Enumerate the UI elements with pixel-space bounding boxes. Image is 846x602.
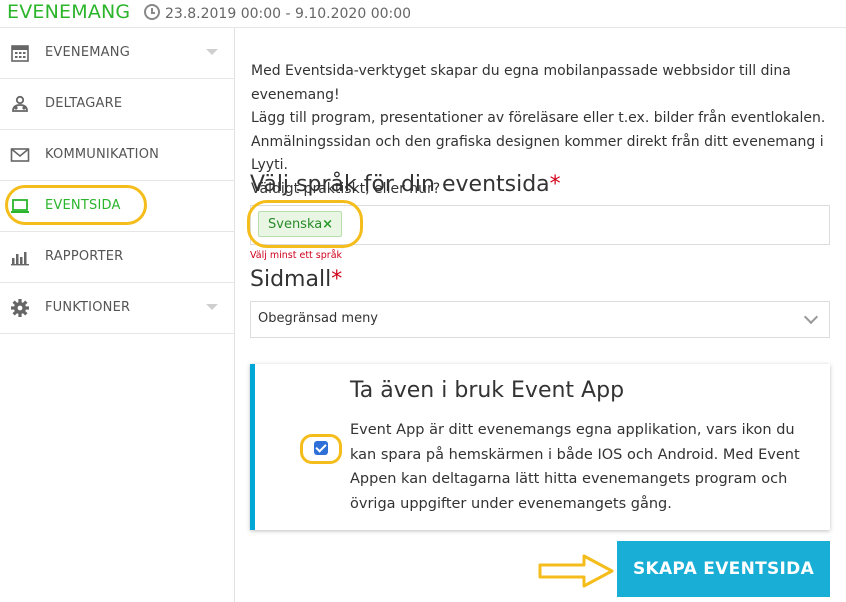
language-tag-svenska: Svenska × [258,211,342,237]
laptop-icon [11,199,29,213]
date-range-text: 23.8.2019 00:00 - 9.10.2020 00:00 [165,6,412,22]
remove-tag-icon[interactable]: × [322,212,333,238]
bar-chart-icon [11,252,29,266]
sidebar-item-evenemang[interactable]: EVENEMANG [0,28,234,79]
sidebar: EVENEMANG DELTAGARE KOMMUNIKATION EVENTS… [0,28,235,602]
template-heading-text: Sidmall [250,267,332,292]
card-accent-bar [250,364,255,530]
create-eventsida-button[interactable]: SKAPA EVENTSIDA [617,541,830,597]
sidebar-item-rapporter[interactable]: RAPPORTER [0,232,234,283]
event-app-line: Event App är ditt evenemangs egna applik… [350,422,795,438]
sidebar-item-kommunikation[interactable]: KOMMUNIKATION [0,130,234,181]
event-date-range: 23.8.2019 00:00 - 9.10.2020 00:00 [144,4,411,22]
event-app-title: Ta även i bruk Event App [350,378,625,403]
intro-line: Anmälningssidan och den grafiska designe… [251,133,824,174]
sidebar-item-eventsida[interactable]: EVENTSIDA [0,181,234,232]
event-app-checkbox[interactable] [314,441,328,455]
clock-icon [144,4,160,20]
template-select-value: Obegränsad meny [258,311,379,326]
sidebar-item-funktioner[interactable]: FUNKTIONER [0,283,234,334]
sidebar-item-label: FUNKTIONER [45,300,131,315]
sidebar-item-deltagare[interactable]: DELTAGARE [0,79,234,130]
app-title: EVENEMANG [7,1,131,23]
event-app-line: övriga uppgifter under evenemangets gång… [350,495,672,512]
sidebar-item-label: RAPPORTER [45,249,124,264]
sidebar-item-label: DELTAGARE [45,96,123,111]
language-tag-label: Svenska [268,217,323,232]
language-heading-text: Välj språk för din eventsida [250,172,550,197]
required-mark: * [549,172,561,197]
sidebar-item-label: EVENTSIDA [45,198,121,213]
calendar-icon [11,45,29,62]
event-app-description: Event App är ditt evenemangs egna applik… [350,418,810,516]
participants-icon [12,95,28,112]
event-app-line: kan spara på hemskärmen i både IOS och A… [350,446,800,463]
sidebar-item-label: KOMMUNIKATION [45,147,160,162]
intro-line: Med Eventsida-verktyget skapar du egna m… [251,63,791,103]
language-error: Välj minst ett språk [250,250,343,261]
gear-icon [11,299,29,317]
intro-line: Lägg till program, presentationer av för… [251,110,826,126]
sidebar-item-label: EVENEMANG [45,45,130,60]
language-heading: Välj språk för din eventsida* [250,172,561,197]
chevron-down-icon [206,49,218,55]
chevron-down-icon [206,304,218,310]
required-mark: * [331,267,343,292]
top-bar: EVENEMANG 23.8.2019 00:00 - 9.10.2020 00… [0,0,846,28]
template-heading: Sidmall* [250,267,342,292]
event-app-line: Appen kan deltagarna lätt hitta eveneman… [350,471,788,487]
envelope-icon [10,148,30,162]
arrow-right-icon [538,554,614,588]
